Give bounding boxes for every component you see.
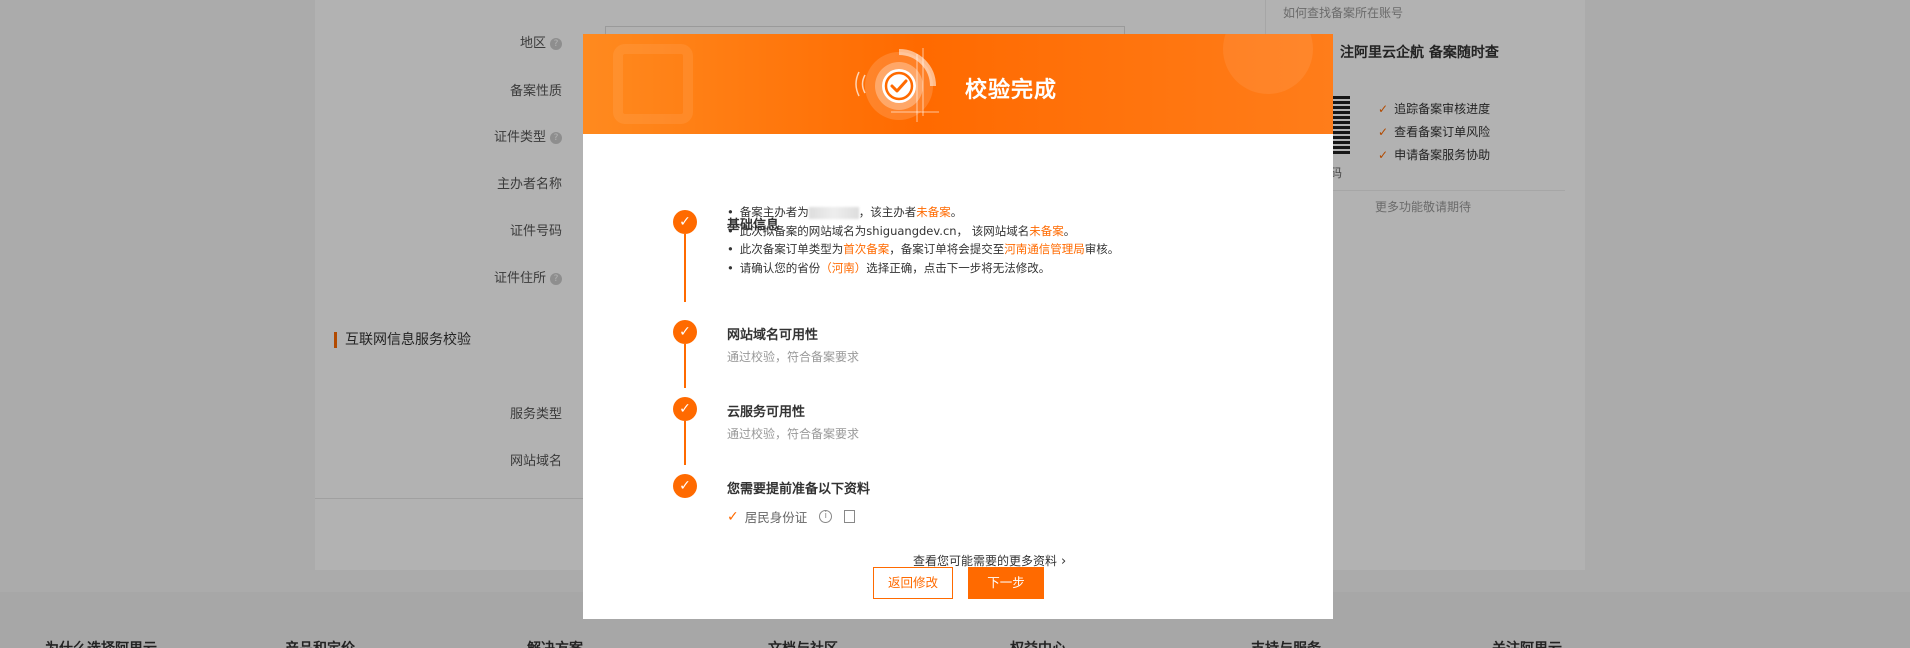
step-check-icon: ✓ xyxy=(673,397,697,421)
basic-info-list: 备案主办者为，该主办者未备案。 此次拟备案的网站域名为shiguangdev.c… xyxy=(727,203,1120,278)
step-check-icon: ✓ xyxy=(673,320,697,344)
chevron-right-icon: › xyxy=(1061,554,1067,569)
dialog-header: 校验完成 xyxy=(583,34,1333,134)
document-name: 居民身份证 xyxy=(744,510,808,525)
step-title-cloud-service: 云服务可用性 xyxy=(727,405,806,420)
info-icon[interactable]: i xyxy=(819,510,833,523)
dialog-title: 校验完成 xyxy=(965,78,1058,103)
verification-complete-dialog: 校验完成 ✓ 基础信息 备案主办者为，该主办者未备案。 此次拟备案的网站域名为s… xyxy=(583,34,1333,619)
back-to-edit-button[interactable]: 返回修改 xyxy=(873,567,953,599)
timeline-connector xyxy=(684,234,686,302)
timeline-connector xyxy=(684,344,686,388)
document-item-id-card: ✓ 居民身份证 i xyxy=(727,507,856,526)
header-decoration xyxy=(1223,34,1313,94)
header-decoration xyxy=(613,44,693,124)
check-icon: ✓ xyxy=(727,508,739,525)
step-title-domain-availability: 网站域名可用性 xyxy=(727,328,819,343)
list-item: 请确认您的省份（河南）选择正确，点击下一步将无法修改。 xyxy=(727,259,1119,278)
timeline-connector xyxy=(684,421,686,465)
next-step-button[interactable]: 下一步 xyxy=(968,567,1044,599)
document-file-icon[interactable] xyxy=(844,510,856,523)
list-item: 此次拟备案的网站域名为shiguangdev.cn， 该网站域名未备案。 xyxy=(727,222,1119,241)
list-item: 备案主办者为，该主办者未备案。 xyxy=(727,203,1119,222)
redacted-name xyxy=(808,206,859,219)
step-title-required-documents: 您需要提前准备以下资料 xyxy=(727,482,871,497)
step-status-text: 通过校验，符合备案要求 xyxy=(727,427,860,441)
step-status-text: 通过校验，符合备案要求 xyxy=(727,350,860,364)
step-check-icon: ✓ xyxy=(673,474,697,498)
step-check-icon: ✓ xyxy=(673,210,697,234)
verified-check-icon xyxy=(855,48,939,122)
list-item: 此次备案订单类型为首次备案，备案订单将会提交至河南通信管理局审核。 xyxy=(727,240,1120,259)
